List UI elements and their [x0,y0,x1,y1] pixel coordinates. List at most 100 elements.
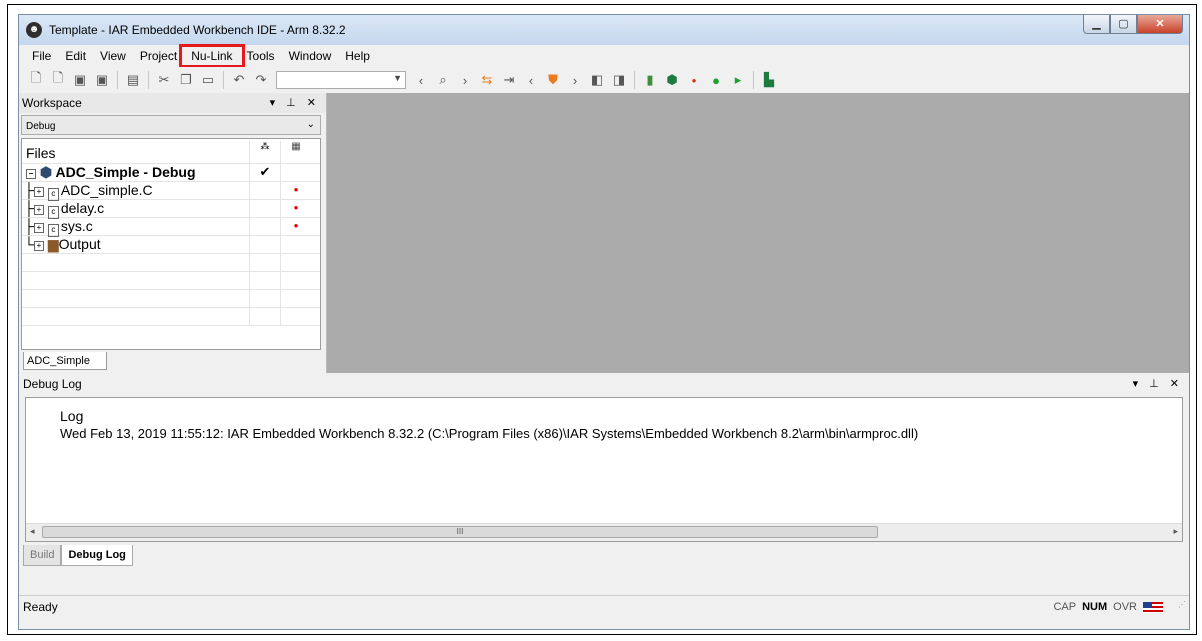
toolbar: 🗋 🗋 ▣ ▣ ▤ ✂ ❐ ▭ ↶ ↷ ▼ ‹ ⌕ › ⇆ ⇥ ‹ ⛊ › ◧ … [19,67,1189,93]
file-name: ADC_simple.C [60,182,153,198]
expand-icon[interactable]: + [33,223,44,233]
files-column-header[interactable]: Files [26,145,56,161]
folder-icon: ▆ [47,236,59,252]
undo-icon[interactable]: ↶ [230,71,248,89]
new-file-icon[interactable]: 🗋 [27,70,45,89]
folder-name: Output [58,236,101,252]
window-title: Template - IAR Embedded Workbench IDE - … [49,23,346,37]
tree-header-row: Files ⁂ ▦ [22,141,320,164]
log-message: Wed Feb 13, 2019 11:55:12: IAR Embedded … [60,426,919,441]
print-icon[interactable]: ▤ [124,71,142,89]
log-column-header: Log [60,408,84,424]
menu-window[interactable]: Window [282,49,339,63]
modified-dot-icon: • [280,200,311,217]
log-view: Log Wed Feb 13, 2019 11:55:12: IAR Embed… [25,397,1183,542]
save-icon[interactable]: ▣ [71,71,89,89]
configuration-select[interactable]: Debug ⌄ [21,115,321,135]
scroll-left-icon[interactable]: ◂ [30,526,35,537]
app-icon: ☻ [26,22,42,38]
maximize-button[interactable]: ▢ [1110,15,1137,34]
go-to-icon[interactable]: ⇥ [500,71,518,89]
workspace-panel: Workspace ▾ ⊥ ✕ Debug ⌄ Files ⁂ ▦ − ⬢ AD… [19,93,327,373]
menu-nu-link[interactable]: Nu-Link [179,44,245,68]
configuration-value: Debug [26,121,56,132]
status-bar: Ready CAP NUM OVR ⋰ [19,595,1189,618]
editor-area [327,93,1189,373]
project-icon: ⬢ [39,164,53,180]
file-tree: Files ⁂ ▦ − ⬢ ADC_Simple - Debug ✔ ├ + cA… [21,138,321,350]
resize-grip-icon[interactable]: ⋰ [1178,594,1186,616]
expand-icon[interactable]: + [33,205,44,215]
horizontal-scrollbar[interactable]: ◂ III ▸ [26,523,1182,541]
modified-dot-icon: • [280,218,311,235]
toolbar-separator [117,71,118,89]
menu-help[interactable]: Help [338,49,377,63]
toolbar-separator [223,71,224,89]
expand-icon[interactable]: + [33,241,44,251]
find-icon[interactable]: ⌕ [434,71,452,89]
scroll-thumb[interactable]: III [42,526,878,538]
open-file-icon[interactable]: 🗋 [49,70,67,89]
toolbar-separator [753,71,754,89]
row-marker [280,236,311,253]
row-marker [280,164,311,181]
tree-row-file[interactable]: ├ + c ADC_simple.C • [22,182,320,201]
project-name: ADC_Simple - Debug [55,164,196,180]
compile-icon[interactable]: ▮ [641,71,659,89]
build-status-icon[interactable]: ⁂ [249,141,280,163]
find-previous-icon[interactable]: ‹ [412,71,430,89]
shield-icon[interactable]: ⛊ [544,71,562,89]
title-bar: ☻ Template - IAR Embedded Workbench IDE … [19,15,1189,45]
tree-row-project[interactable]: − ⬢ ADC_Simple - Debug ✔ [22,164,320,182]
num-indicator: NUM [1082,601,1108,613]
minimize-button[interactable]: ▁ [1083,15,1110,34]
empty-row [22,254,320,272]
navigate-forward-icon[interactable]: ◨ [610,71,628,89]
previous-bookmark-icon[interactable]: ‹ [522,71,540,89]
us-flag-icon [1143,601,1163,613]
expand-icon[interactable]: + [33,187,44,197]
row-status [249,218,280,235]
status-text: Ready [23,600,58,614]
file-name: sys.c [60,218,93,234]
row-status [249,236,280,253]
copy-icon[interactable]: ❐ [177,71,195,89]
panel-controls[interactable]: ▾ ⊥ ✕ [270,93,320,113]
cut-icon[interactable]: ✂ [155,71,173,89]
toolbar-separator [634,71,635,89]
tab-debug-log[interactable]: Debug Log [61,545,133,566]
panel-controls[interactable]: ▾ ⊥ ✕ [1133,373,1183,395]
menu-tools[interactable]: Tools [240,49,282,63]
file-name: delay.c [60,200,105,216]
paste-icon[interactable]: ▭ [199,71,217,89]
ide-window: ☻ Template - IAR Embedded Workbench IDE … [18,14,1190,630]
tree-row-file[interactable]: ├ + c sys.c • [22,218,320,237]
find-combo[interactable]: ▼ [276,71,406,89]
scroll-right-icon[interactable]: ▸ [1173,526,1178,537]
tree-row-file[interactable]: ├ + c delay.c • [22,200,320,219]
toggle-bookmark-icon[interactable]: ⇆ [478,71,496,89]
checkmark-icon: ✔ [249,164,280,181]
tab-build[interactable]: Build [23,545,62,566]
save-all-icon[interactable]: ▣ [93,71,111,89]
next-bookmark-icon[interactable]: › [566,71,584,89]
workspace-tab[interactable]: ADC_Simple [23,352,107,370]
files-options-icon[interactable]: ▦ [280,141,311,163]
menu-project[interactable]: Project [133,49,184,63]
breakpoint-icon[interactable]: • [685,71,703,89]
debug-without-download-icon[interactable]: ▸ [729,71,747,89]
redo-icon[interactable]: ↷ [252,71,270,89]
debug-log-header: Debug Log ▾ ⊥ ✕ [19,373,1189,395]
debug-log-panel: Debug Log ▾ ⊥ ✕ Log Wed Feb 13, 2019 11:… [19,373,1189,573]
collapse-icon[interactable]: − [26,169,36,179]
menu-file[interactable]: File [25,49,58,63]
download-debug-icon[interactable]: ● [707,71,725,89]
menu-view[interactable]: View [93,49,133,63]
toolbar-options-icon[interactable]: ▙ [760,71,778,89]
tree-row-folder[interactable]: └ + ▆Output [22,236,320,254]
navigate-back-icon[interactable]: ◧ [588,71,606,89]
close-button[interactable]: ✕ [1137,15,1183,34]
menu-edit[interactable]: Edit [58,49,93,63]
find-next-icon[interactable]: › [456,71,474,89]
make-icon[interactable]: ⬢ [663,71,681,89]
